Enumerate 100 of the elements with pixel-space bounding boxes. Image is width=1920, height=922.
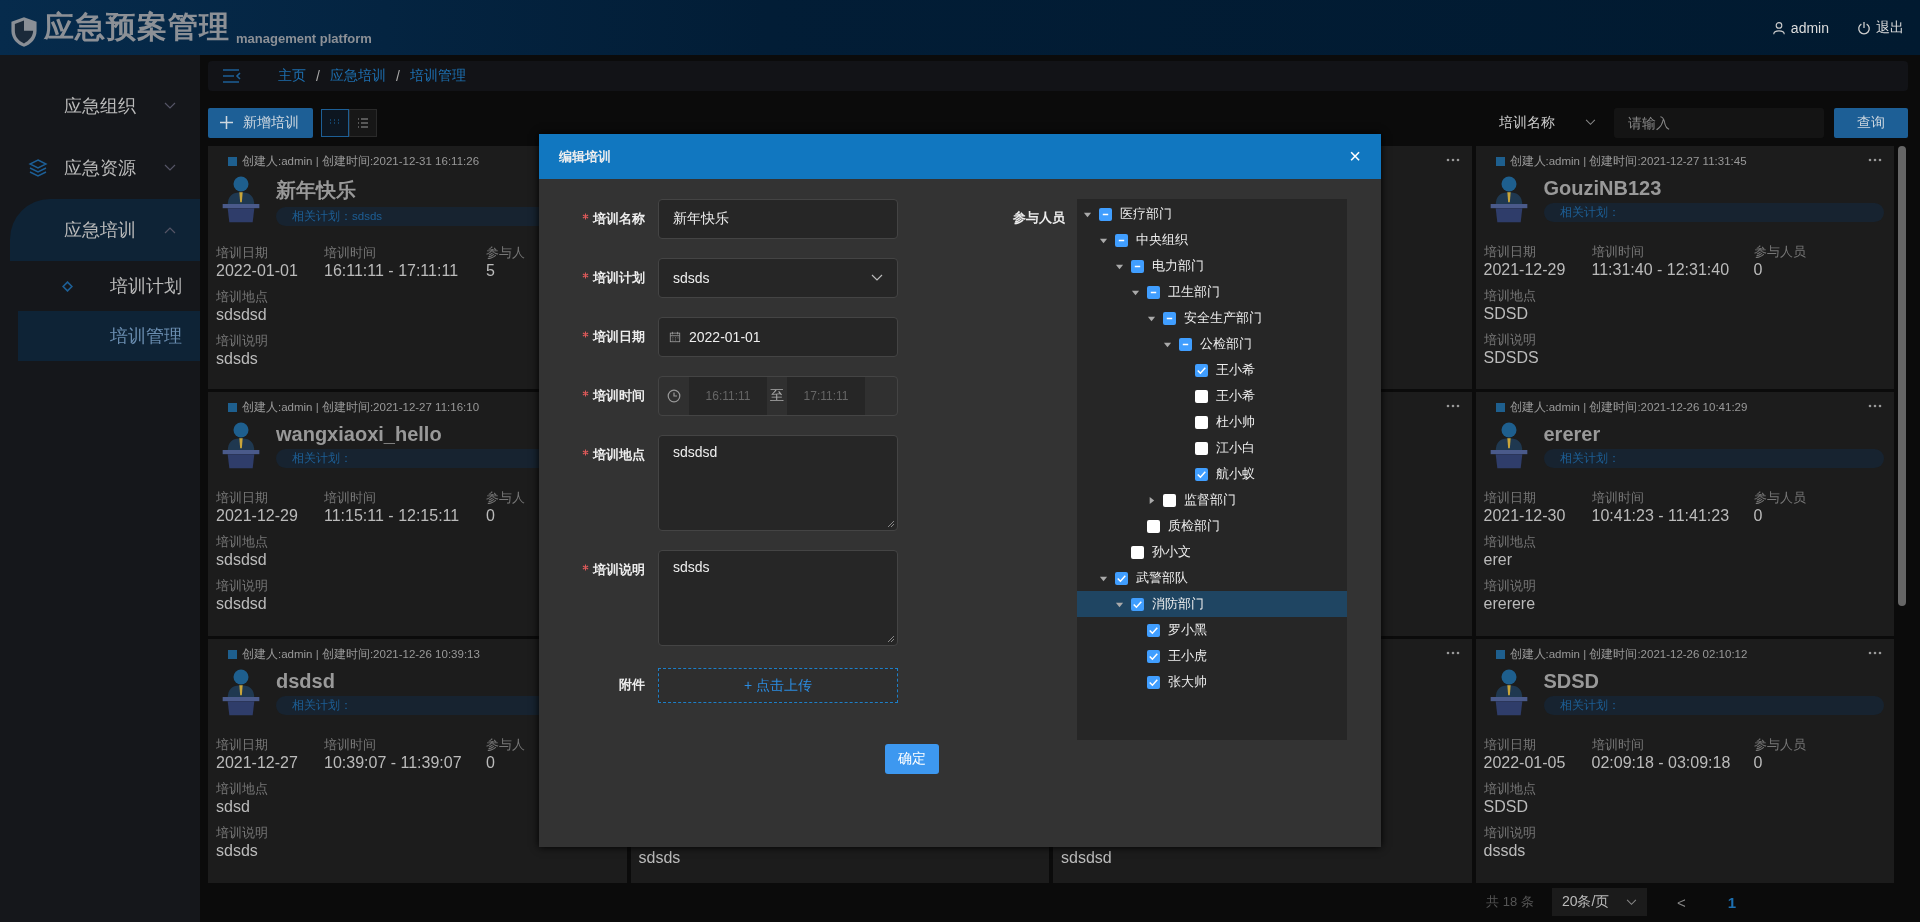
field-value: ererere: [1483, 595, 1536, 614]
checkbox[interactable]: [1147, 285, 1160, 299]
checkbox[interactable]: [1131, 545, 1144, 559]
date-input[interactable]: 2022-01-01: [658, 317, 898, 357]
tree-node[interactable]: 质检部门: [1077, 513, 1347, 539]
layers-icon: [28, 158, 48, 178]
field-label: 培训说明: [216, 577, 268, 596]
caret-icon[interactable]: [1147, 495, 1156, 505]
checkbox[interactable]: [1195, 467, 1208, 481]
checkbox[interactable]: [1147, 623, 1160, 637]
form-label: 培训日期: [539, 317, 645, 346]
checkbox[interactable]: [1195, 415, 1208, 429]
tree-node[interactable]: 监督部门: [1077, 487, 1347, 513]
tree-node[interactable]: 武警部队: [1077, 565, 1347, 591]
prev-page-button[interactable]: <: [1664, 893, 1698, 911]
user-link[interactable]: admin: [1771, 18, 1829, 37]
tree-node[interactable]: 卫生部门: [1077, 279, 1347, 305]
field-label: 参与人: [486, 489, 525, 508]
scrollbar[interactable]: [1898, 145, 1906, 606]
power-icon: [1857, 20, 1871, 35]
tree-node[interactable]: 杜小帅: [1077, 409, 1347, 435]
page-size-select[interactable]: 20条/页: [1551, 888, 1647, 917]
more-icon[interactable]: [1445, 404, 1460, 409]
tree-node[interactable]: 公检部门: [1077, 331, 1347, 357]
search-field[interactable]: 请输入: [1614, 107, 1824, 138]
tree-node[interactable]: 电力部门: [1077, 253, 1347, 279]
add-button[interactable]: 新增培训: [208, 107, 313, 138]
sidebar-subitem[interactable]: 培训计划: [18, 261, 200, 311]
more-icon[interactable]: [1445, 650, 1460, 655]
checkbox[interactable]: [1147, 649, 1160, 663]
tree-node[interactable]: 安全生产部门: [1077, 305, 1347, 331]
checkbox[interactable]: [1147, 519, 1160, 533]
breadcrumb-link[interactable]: 应急培训: [329, 66, 386, 85]
tree-node[interactable]: 张大帅: [1077, 669, 1347, 695]
checkbox[interactable]: [1131, 597, 1144, 611]
field-label: 参与人员: [1753, 489, 1806, 508]
tree-node[interactable]: 消防部门: [1077, 591, 1347, 617]
logout-link[interactable]: 退出: [1857, 18, 1904, 37]
list-view-button[interactable]: [349, 108, 377, 137]
checkbox[interactable]: [1115, 233, 1128, 247]
tree-node[interactable]: 中央组织: [1077, 227, 1347, 253]
card-title: ererer: [1543, 423, 1601, 447]
sidebar-item[interactable]: 应急组织: [0, 75, 200, 137]
grid-view-button[interactable]: [321, 108, 349, 137]
tree-node[interactable]: 孙小文: [1077, 539, 1347, 565]
form-label: 参与人员: [1013, 209, 1065, 227]
field-label: 培训日期: [216, 243, 268, 262]
form-label: 培训时间: [539, 376, 645, 405]
close-button[interactable]: ×: [1349, 145, 1361, 168]
plan-select[interactable]: sdsds: [658, 258, 898, 298]
checkbox[interactable]: [1147, 675, 1160, 689]
sidebar-subitem[interactable]: 培训管理: [18, 311, 200, 361]
checkbox[interactable]: [1115, 571, 1128, 585]
required-icon: [582, 272, 589, 279]
field-value: 2021-12-27: [216, 753, 298, 772]
textarea-field[interactable]: sdsdsd: [658, 435, 898, 531]
breadcrumb-link[interactable]: 培训管理: [409, 66, 466, 85]
field-value: 10:39:07 - 11:39:07: [324, 753, 462, 772]
sidebar-item[interactable]: 应急培训: [10, 199, 200, 261]
field-value: sdsdsd: [1061, 848, 1112, 867]
field-value: sdsdsd: [216, 551, 267, 570]
name-input[interactable]: 新年快乐: [658, 199, 898, 239]
sidebar-item[interactable]: 应急资源: [0, 137, 200, 199]
tree-node[interactable]: 罗小黑: [1077, 617, 1347, 643]
tree-node[interactable]: 王小希: [1077, 383, 1347, 409]
card-title: dsdsd: [276, 669, 335, 693]
checkbox[interactable]: [1163, 493, 1176, 507]
field-value: 2022-01-05: [1483, 753, 1566, 772]
field-label: 培训日期: [1483, 735, 1536, 754]
field-value: sdsds: [216, 349, 258, 368]
field-label: 培训时间: [324, 489, 376, 508]
app-subtitle: management platform: [236, 31, 372, 46]
more-icon[interactable]: [1868, 404, 1882, 409]
query-button[interactable]: 查询: [1834, 107, 1908, 138]
checkbox[interactable]: [1099, 207, 1112, 221]
checkbox[interactable]: [1195, 389, 1208, 403]
checkbox[interactable]: [1163, 311, 1176, 325]
field-value: SDSD: [1483, 304, 1528, 323]
checkbox[interactable]: [1195, 441, 1208, 455]
more-icon[interactable]: [1868, 157, 1882, 162]
diamond-icon: [62, 280, 73, 292]
more-icon[interactable]: [1445, 157, 1460, 162]
plan-tag: 相关计划：: [1543, 695, 1884, 715]
time-range-input[interactable]: 16:11:11 至 17:11:11: [658, 376, 898, 416]
tree-node[interactable]: 航小蚁: [1077, 461, 1347, 487]
more-icon[interactable]: [1868, 650, 1882, 655]
checkbox[interactable]: [1195, 363, 1208, 377]
breadcrumb-link[interactable]: 主页: [278, 66, 306, 85]
tree-node[interactable]: 王小虎: [1077, 643, 1347, 669]
filter-select[interactable]: 培训名称: [1499, 113, 1606, 132]
upload-button[interactable]: + 点击上传: [658, 668, 898, 703]
tree-node[interactable]: 江小白: [1077, 435, 1347, 461]
tree-node[interactable]: 医疗部门: [1077, 201, 1347, 227]
textarea-field[interactable]: sdsds: [658, 550, 898, 646]
tree-node[interactable]: 王小希: [1077, 357, 1347, 383]
page-button[interactable]: 1: [1715, 893, 1748, 911]
field-value: 11:15:11 - 12:15:11: [324, 507, 460, 526]
checkbox[interactable]: [1131, 259, 1144, 273]
card-meta: 创建人:admin | 创建时间:2021-12-26 10:41:29: [1509, 400, 1748, 416]
checkbox[interactable]: [1179, 337, 1192, 351]
